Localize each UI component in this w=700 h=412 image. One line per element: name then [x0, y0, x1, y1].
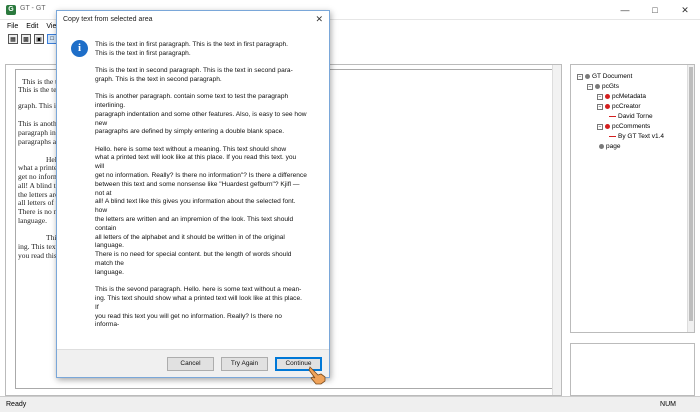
- app-icon: G: [6, 5, 16, 15]
- dialog-text-line: get no information. Really? Is there no …: [95, 172, 307, 180]
- num-lock-indicator: NUM: [660, 401, 676, 408]
- node-red-icon: [605, 104, 610, 109]
- dialog-paragraph: This is the sevond paragraph. Hello. her…: [95, 286, 325, 330]
- status-bar: Ready NUM: [0, 396, 700, 412]
- node-gray-icon: [595, 84, 600, 89]
- collapse-icon[interactable]: −: [597, 123, 603, 130]
- dialog-text-line: There is no need for special content. bu…: [95, 251, 292, 259]
- dialog-text-line: not at: [95, 189, 112, 197]
- tree-item-label: David Torne: [618, 113, 653, 120]
- maximize-button[interactable]: □: [640, 0, 670, 20]
- dialog-text-line: language.: [95, 268, 124, 276]
- collapse-icon[interactable]: −: [577, 73, 583, 80]
- node-red-icon: [605, 124, 610, 129]
- dialog-text-line: language.: [95, 242, 124, 250]
- tree-item-david-torne[interactable]: David Torne: [609, 113, 653, 120]
- dialog-text-line: paragraph indentation and some other fea…: [95, 110, 307, 118]
- tree-item-pcgts[interactable]: − pcGts: [587, 83, 619, 90]
- collapse-icon[interactable]: −: [587, 83, 593, 90]
- dialog-text-line: new: [95, 119, 108, 127]
- dialog-footer: Cancel Try Again Continue: [57, 349, 329, 377]
- dialog-text-line: This is the text in second paragraph. Th…: [95, 67, 293, 75]
- dialog-text-line: Hello. here is some text without a meani…: [95, 145, 287, 153]
- tree-item-pccomments[interactable]: − pcComments: [597, 123, 650, 130]
- tree-item-page[interactable]: page: [599, 143, 620, 150]
- dialog-text-line: what a printed text will look like at th…: [95, 154, 297, 162]
- dialog-text-line: all! A blind text like this gives you in…: [95, 198, 296, 206]
- dialog-text-line: This is the text in first paragraph.: [95, 49, 191, 57]
- dialog-title: Copy text from selected area: [63, 16, 153, 23]
- tree-scrollbar-thumb[interactable]: [689, 67, 693, 321]
- dialog-text-line: the letters are written and an impremion…: [95, 216, 294, 224]
- dialog-text-line: This is the text in first paragraph. Thi…: [95, 41, 289, 48]
- collapse-icon[interactable]: −: [597, 93, 603, 100]
- node-gray-icon: [585, 74, 590, 79]
- minimize-button[interactable]: —: [610, 0, 640, 20]
- dialog-paragraph: This is the text in second paragraph. Th…: [95, 67, 325, 85]
- window-title: GT - GT: [20, 5, 46, 12]
- node-red-icon: [605, 94, 610, 99]
- document-scrollbar[interactable]: [552, 65, 561, 395]
- dialog-text-line: This is another paragraph. contain some …: [95, 93, 289, 101]
- hand-cursor-icon: [308, 366, 326, 385]
- dialog-paragraph: This is another paragraph. contain some …: [95, 93, 325, 137]
- save-icon[interactable]: ▣: [34, 34, 44, 44]
- tree-item-label: pcMetadata: [612, 93, 646, 100]
- tree-item-label: By GT Text v1.4: [618, 133, 665, 140]
- tree-item-gt-document[interactable]: − GT Document: [577, 73, 632, 80]
- open-icon[interactable]: ▦: [8, 34, 18, 44]
- tree-item-label: pcCreator: [612, 103, 641, 110]
- node-gray-icon: [599, 144, 604, 149]
- tree-item-pccreator[interactable]: − pcCreator: [597, 103, 641, 110]
- dialog-paragraph: Hello. here is some text without a meani…: [95, 146, 325, 278]
- tree-scrollbar[interactable]: [687, 65, 694, 332]
- cancel-button[interactable]: Cancel: [167, 357, 214, 371]
- folder-icon[interactable]: ▩: [21, 34, 31, 44]
- tree-item-label: GT Document: [592, 73, 633, 80]
- leaf-line-icon: [609, 136, 616, 137]
- document-line: language.: [18, 216, 47, 225]
- dialog-text-line: you read this text you will get no infor…: [95, 312, 282, 320]
- tree-item-gt-text-version[interactable]: By GT Text v1.4: [609, 133, 664, 140]
- dialog-paragraph: This is the text in first paragraph. Thi…: [95, 41, 325, 59]
- dialog-text-line: interlining.: [95, 101, 126, 109]
- menu-file[interactable]: File: [7, 23, 18, 30]
- copy-text-dialog: Copy text from selected area ✕ i This is…: [56, 10, 330, 378]
- properties-panel: [570, 343, 695, 396]
- dialog-text-line: how: [95, 207, 108, 215]
- tree-item-label: pcGts: [602, 83, 619, 90]
- menu-edit[interactable]: Edit: [26, 23, 38, 30]
- window-controls: — □ ✕: [610, 0, 700, 20]
- dialog-text-line: all letters of the alphabet and it shoul…: [95, 233, 285, 241]
- info-icon: i: [71, 40, 88, 57]
- dialog-text-line: will: [95, 163, 105, 171]
- dialog-text-line: match the: [95, 260, 124, 268]
- dialog-text-line: between this text and some nonsense like…: [95, 180, 300, 188]
- dialog-text-line: contain: [95, 224, 117, 232]
- dialog-message: This is the text in first paragraph. Thi…: [95, 41, 325, 341]
- dialog-text-line: ing. This text should show what a printe…: [95, 294, 302, 302]
- tree-item-label: page: [606, 143, 621, 150]
- dialog-text-line: This is the sevond paragraph. Hello. her…: [95, 286, 302, 294]
- structure-tree-panel: − GT Document − pcGts − pcMetadata − pcC…: [570, 64, 695, 333]
- leaf-line-icon: [609, 116, 616, 117]
- close-window-button[interactable]: ✕: [670, 0, 700, 20]
- collapse-icon[interactable]: −: [597, 103, 603, 110]
- tree-item-label: pcComments: [612, 123, 651, 130]
- dialog-text-line: paragraphs are defined by simply enterin…: [95, 128, 285, 136]
- status-text: Ready: [6, 401, 27, 408]
- dialog-text-line: If: [95, 303, 99, 311]
- dialog-close-icon[interactable]: ✕: [315, 14, 323, 25]
- dialog-text-line: informa-: [95, 321, 120, 329]
- dialog-text-line: graph. This is the text in second paragr…: [95, 75, 222, 83]
- try-again-button[interactable]: Try Again: [221, 357, 268, 371]
- tree-item-pcmetadata[interactable]: − pcMetadata: [597, 93, 646, 100]
